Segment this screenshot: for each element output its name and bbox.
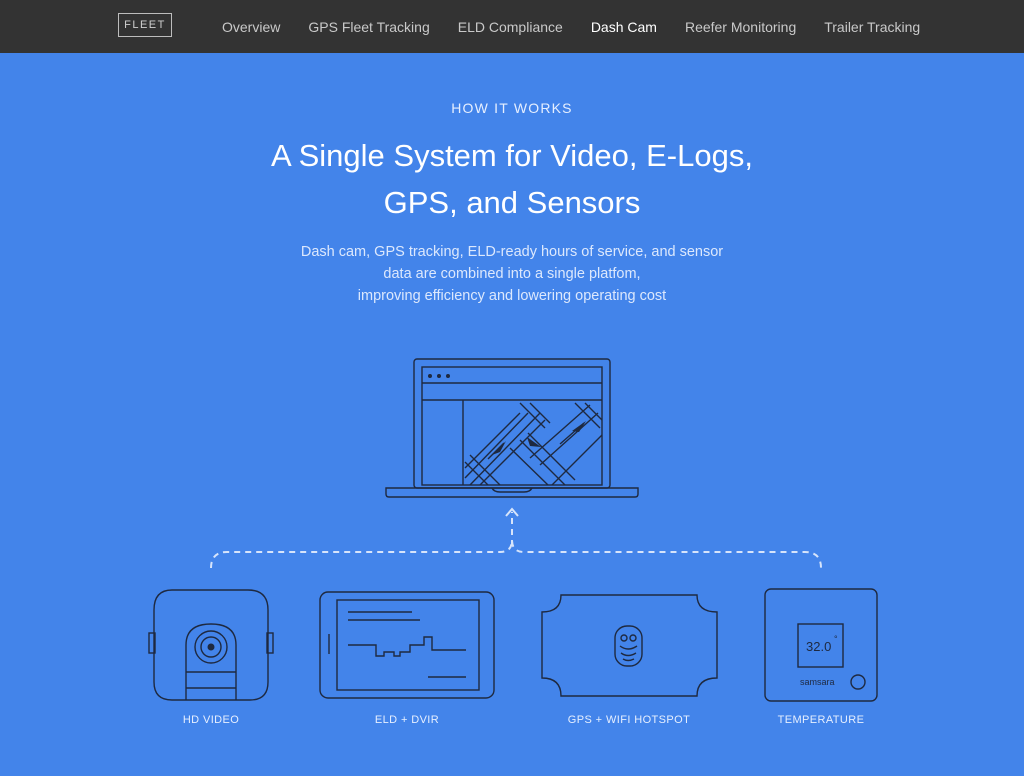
- nav-link-overview[interactable]: Overview: [208, 19, 294, 35]
- device-label-gps-wifi-hotspot: GPS + WIFI HOTSPOT: [567, 714, 691, 726]
- nav-link-eld-compliance[interactable]: ELD Compliance: [444, 19, 577, 35]
- description-line-1: Dash cam, GPS tracking, ELD-ready hours …: [300, 244, 724, 260]
- section-headline: A Single System for Video, E-Logs, GPS, …: [212, 132, 812, 226]
- description-line-3: improving efficiency and lowering operat…: [357, 288, 667, 304]
- nav-link-trailer-tracking[interactable]: Trailer Tracking: [810, 19, 934, 35]
- nav-link-gps-fleet-tracking[interactable]: GPS Fleet Tracking: [294, 19, 443, 35]
- temperature-unit: °: [834, 634, 838, 644]
- temperature-reading: 32.0: [806, 639, 831, 654]
- fleet-logo[interactable]: FLEET: [118, 13, 172, 37]
- section-description: Dash cam, GPS tracking, ELD-ready hours …: [262, 241, 762, 307]
- device-label-temperature: TEMPERATURE: [777, 714, 865, 726]
- top-navigation-bar: FLEET Overview GPS Fleet Tracking ELD Co…: [0, 0, 1024, 53]
- gps-gateway-icon: [541, 594, 718, 697]
- system-diagram: 32.0 ° samsara: [0, 330, 1024, 776]
- nav-link-reefer-monitoring[interactable]: Reefer Monitoring: [671, 19, 810, 35]
- nav-link-dash-cam[interactable]: Dash Cam: [577, 19, 671, 35]
- eld-tablet-icon: [319, 591, 495, 699]
- description-line-2: data are combined into a single platfom,: [383, 266, 641, 282]
- device-label-hd-video: HD VIDEO: [182, 714, 240, 726]
- section-eyebrow: HOW IT WORKS: [451, 100, 573, 116]
- laptop-icon: [385, 358, 639, 498]
- system-diagram-art: 32.0 ° samsara: [148, 358, 878, 702]
- device-brand-label: samsara: [800, 677, 835, 687]
- data-flow-connector: [210, 507, 822, 569]
- nav-links: Overview GPS Fleet Tracking ELD Complian…: [208, 0, 934, 53]
- device-label-eld-dvir: ELD + DVIR: [374, 714, 440, 726]
- dash-camera-icon: [148, 589, 274, 701]
- headline-line-1: A Single System for Video, E-Logs,: [271, 138, 753, 173]
- headline-line-2: GPS, and Sensors: [383, 185, 641, 220]
